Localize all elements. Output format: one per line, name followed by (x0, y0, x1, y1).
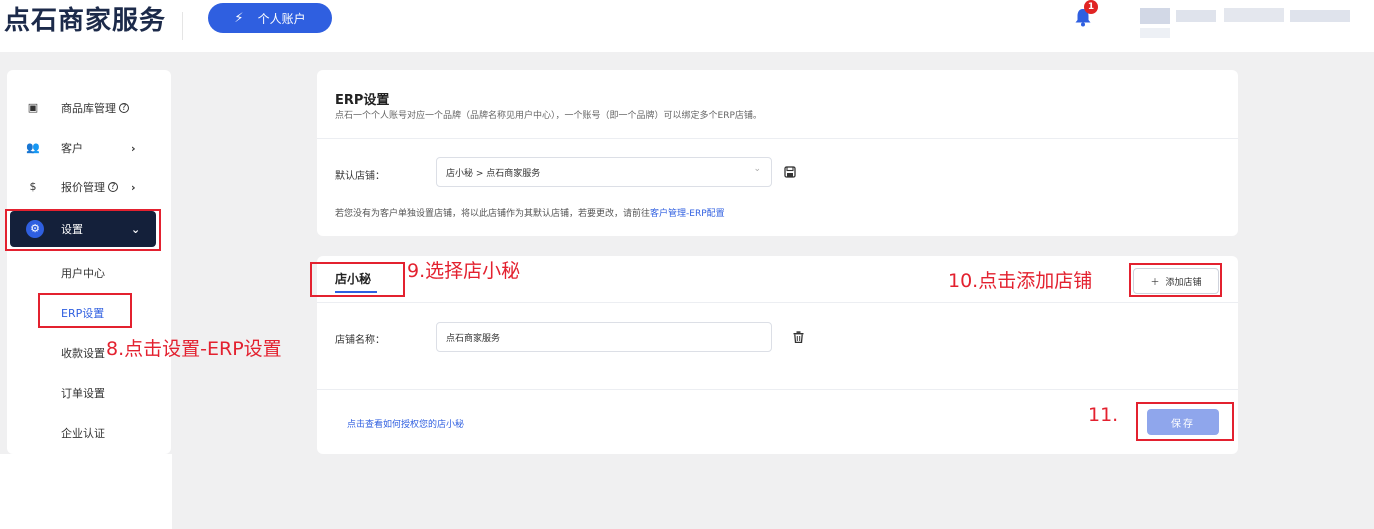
annotation-step10: 10.点击添加店铺 (948, 270, 1093, 292)
logo-divider (182, 12, 183, 40)
personal-account-label: 个人账户 (257, 11, 306, 26)
default-store-label: 默认店铺： (335, 171, 385, 182)
sidebar-subitem-user-center[interactable]: 用户中心 (61, 265, 105, 281)
sidebar-subitem-order-settings[interactable]: 订单设置 (61, 385, 105, 401)
default-store-select[interactable]: 店小秘 > 点石商家服务 ⌄ (436, 157, 772, 187)
personal-account-button[interactable]: ⚡ 个人账户 (208, 3, 332, 33)
store-name-value: 点石商家服务 (446, 333, 501, 344)
erp-settings-description: 点石一个个人账号对应一个品牌（品牌名称见用户中心），一个账号（即一个品牌）可以绑… (335, 111, 762, 121)
annotation-box-tab (310, 262, 405, 297)
chevron-right-icon: › (131, 180, 136, 194)
annotation-step11: 11. (1088, 404, 1119, 426)
help-icon[interactable]: ? (119, 103, 129, 113)
sidebar-item-customers[interactable]: 👥 客户 › (7, 130, 171, 166)
divider (317, 389, 1238, 390)
price-tag-icon: $ (29, 180, 37, 193)
store-name-input[interactable]: 点石商家服务 (436, 322, 772, 352)
sidebar-item-label: 商品库管理 (61, 102, 116, 115)
chevron-right-icon: › (131, 141, 136, 155)
annotation-step9: 9.选择店小秘 (407, 260, 521, 282)
annotation-box-erp-settings (38, 293, 132, 328)
default-store-value: 店小秘 > 点石商家服务 (446, 168, 541, 179)
store-name-label: 店铺名称： (335, 335, 385, 346)
customer-erp-config-link[interactable]: 客户管理-ERP配置 (650, 209, 725, 219)
annotation-box-add-store (1129, 263, 1222, 297)
user-info-blurred[interactable] (1140, 6, 1350, 38)
annotation-step8: 8.点击设置-ERP设置 (106, 338, 282, 360)
annotation-box-settings (5, 209, 161, 251)
lightning-icon: ⚡ (234, 10, 244, 26)
box-icon: ▣ (27, 101, 39, 114)
help-icon[interactable]: ? (108, 182, 118, 192)
app-logo[interactable]: 点石商家服务 (4, 4, 166, 38)
notification-badge: 1 (1084, 0, 1098, 14)
save-icon[interactable] (784, 166, 796, 178)
hint-text: 若您没有为客户单独设置店铺，将以此店铺作为其默认店铺，若要更改，请前往 (335, 209, 651, 219)
sidebar-bottom-area (0, 454, 172, 529)
chevron-down-icon: ⌄ (753, 164, 761, 174)
sidebar-item-product-library[interactable]: ▣ 商品库管理 ? (7, 90, 171, 126)
sidebar-item-label: 报价管理 (61, 181, 105, 194)
erp-settings-title: ERP设置 (335, 93, 390, 108)
trash-icon[interactable] (793, 331, 804, 343)
sidebar-subitem-enterprise-verification[interactable]: 企业认证 (61, 425, 105, 441)
sidebar: ▣ 商品库管理 ? 👥 客户 › $ 报价管理 ? › ⚙ 设置 ⌄ 用户中心 … (7, 70, 171, 454)
top-bar: 点石商家服务 ⚡ 个人账户 1 (0, 0, 1374, 52)
users-icon: 👥 (26, 141, 40, 154)
sidebar-item-label: 客户 (61, 142, 83, 155)
annotation-box-save (1136, 402, 1234, 441)
erp-settings-card: ERP设置 点石一个个人账号对应一个品牌（品牌名称见用户中心），一个账号（即一个… (317, 70, 1238, 236)
authorize-help-link[interactable]: 点击查看如何授权您的店小秘 (347, 417, 464, 430)
default-store-hint: 若您没有为客户单独设置店铺，将以此店铺作为其默认店铺，若要更改，请前往客户管理-… (335, 206, 725, 219)
divider (317, 302, 1238, 303)
sidebar-item-quote-management[interactable]: $ 报价管理 ? › (7, 169, 171, 205)
divider (317, 138, 1238, 139)
sidebar-subitem-payment-settings[interactable]: 收款设置 (61, 345, 105, 361)
